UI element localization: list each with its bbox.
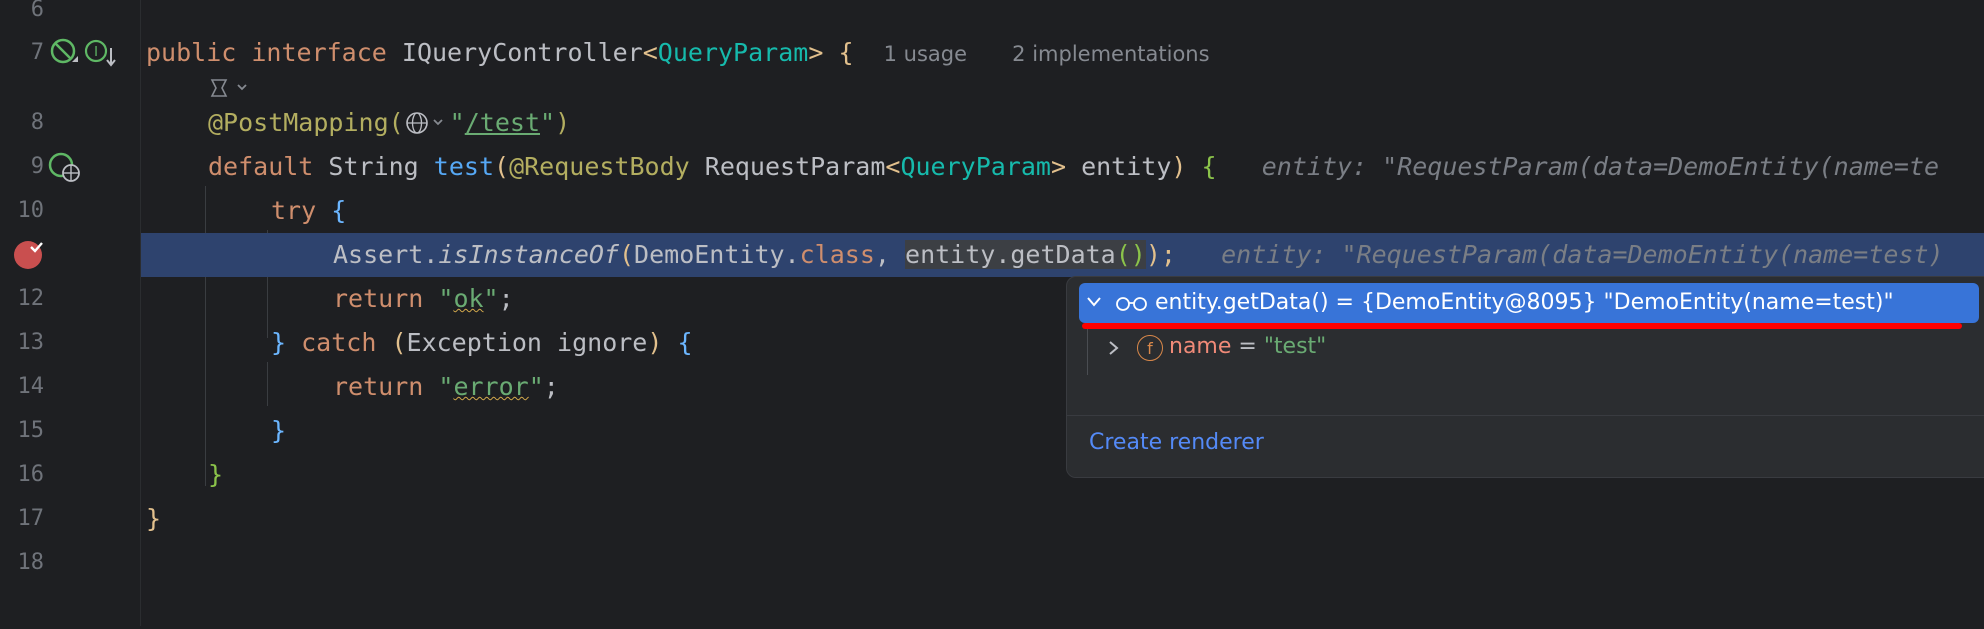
line-number: 6 <box>30 0 44 22</box>
field-value: "test" <box>1263 334 1327 359</box>
red-annotation-underline <box>1082 323 1962 329</box>
annotation: @RequestBody <box>509 152 690 181</box>
keyword: default <box>208 152 314 181</box>
string-quote: " <box>528 372 544 401</box>
param-type: RequestParam <box>704 152 886 181</box>
line-number: 12 <box>17 286 45 311</box>
string-quote: " <box>483 284 499 313</box>
usages-link[interactable]: 1 usage <box>884 42 967 66</box>
implemented-interface-icon[interactable]: I <box>84 38 118 68</box>
line-number: 15 <box>17 418 45 443</box>
brace: } <box>208 460 224 489</box>
field-badge-icon: f <box>1137 335 1163 361</box>
type-parameter: QueryParam <box>657 38 809 67</box>
static-method: isInstanceOf <box>438 240 619 269</box>
line-number: 13 <box>17 330 45 355</box>
paren: ) <box>647 328 663 357</box>
return-type: String <box>328 152 419 181</box>
keyword: return <box>333 372 424 401</box>
param-name: entity <box>1066 152 1172 181</box>
code-line-7[interactable]: public interface IQueryController<QueryP… <box>141 31 1984 75</box>
code-line-9[interactable]: default String test(@RequestBody Request… <box>141 145 1984 189</box>
string-quote: " <box>540 108 556 137</box>
line-number: 17 <box>17 506 45 531</box>
chevron-right-icon[interactable] <box>1107 340 1121 356</box>
line-number: 18 <box>17 550 45 575</box>
semicolon: ; <box>543 372 559 401</box>
keyword: interface <box>251 38 387 67</box>
equals-sign: = <box>1231 334 1264 359</box>
request-path-link[interactable]: /test <box>465 108 540 137</box>
string-literal: ok <box>453 284 484 313</box>
brace: { <box>677 328 693 357</box>
editor-gutter: 6 7 8 9 10 12 13 14 15 16 17 18 I <box>0 0 141 626</box>
paren: ( <box>618 240 635 269</box>
code-line-17[interactable]: } <box>141 497 1984 541</box>
line-number: 8 <box>30 110 44 135</box>
tree-guide <box>1087 325 1088 375</box>
keyword: catch <box>301 328 377 357</box>
debug-value-popup[interactable]: entity.getData() = {DemoEntity@8095} "De… <box>1066 276 1984 478</box>
keyword: class <box>799 240 875 269</box>
paren: ( <box>494 152 510 181</box>
paren: ); <box>1145 240 1176 269</box>
type-bracket: < <box>885 152 901 181</box>
variable-name: ignore <box>541 328 648 357</box>
field-name: name <box>1169 334 1232 359</box>
brace: } <box>271 328 287 357</box>
line-number: 16 <box>17 462 45 487</box>
watch-glasses-icon <box>1116 297 1147 311</box>
create-renderer-link[interactable]: Create renderer <box>1089 430 1264 455</box>
chevron-down-icon[interactable] <box>1085 295 1103 309</box>
paren: () <box>1115 240 1146 269</box>
code-line-8[interactable]: @PostMapping( "/test") <box>141 101 1984 145</box>
keyword: try <box>271 196 317 225</box>
popup-selected-row[interactable]: entity.getData() = {DemoEntity@8095} "De… <box>1079 283 1979 323</box>
inline-debug-value[interactable]: entity: "RequestParam(data=DemoEntity(na… <box>1221 240 1943 269</box>
string-literal: error <box>453 372 529 401</box>
semicolon: ; <box>498 284 514 313</box>
paren: ) <box>1171 152 1187 181</box>
implementations-link[interactable]: 2 implementations <box>1012 42 1209 66</box>
globe-icon[interactable] <box>404 110 450 136</box>
string-quote: " <box>438 372 454 401</box>
brace: { <box>331 196 347 225</box>
annotation: @PostMapping( <box>208 108 404 137</box>
inline-debug-value[interactable]: entity: "RequestParam(data=DemoEntity(na… <box>1262 152 1939 181</box>
string-quote: " <box>449 108 465 137</box>
type-bracket: > <box>808 38 824 67</box>
type-parameter: QueryParam <box>900 152 1051 181</box>
class-ref: DemoEntity. <box>634 240 800 269</box>
evaluated-expression[interactable]: entity.getData <box>905 240 1116 269</box>
line-number: 7 <box>30 40 44 65</box>
exception-type: Exception <box>406 328 542 357</box>
interface-name: IQueryController <box>401 38 643 67</box>
run-endpoint-icon[interactable] <box>48 152 82 184</box>
svg-text:I: I <box>94 45 98 60</box>
line-number: 14 <box>17 374 45 399</box>
endpoint-icon[interactable] <box>208 76 252 100</box>
evaluated-expression-value: entity.getData() = {DemoEntity@8095} "De… <box>1155 290 1894 315</box>
no-entry-icon[interactable] <box>50 38 80 68</box>
method-name: test <box>433 152 495 181</box>
breakpoint-icon[interactable] <box>12 238 46 272</box>
line-number: 10 <box>17 198 45 223</box>
type-bracket: < <box>642 38 658 67</box>
brace: } <box>271 416 287 445</box>
class-ref: Assert. <box>333 240 439 269</box>
brace: { <box>838 38 854 67</box>
paren: ) <box>555 108 571 137</box>
code-line-10[interactable]: try { <box>141 189 1984 233</box>
string-quote: " <box>438 284 454 313</box>
code-line-11-execution-point[interactable]: Assert.isInstanceOf(DemoEntity.class, en… <box>141 233 1984 277</box>
comma: , <box>874 240 890 269</box>
brace: { <box>1201 152 1217 181</box>
popup-footer: Create renderer <box>1067 415 1984 477</box>
keyword: return <box>333 284 424 313</box>
line-number: 9 <box>30 154 44 179</box>
paren: ( <box>391 328 407 357</box>
keyword: public <box>146 38 237 67</box>
brace: } <box>146 504 162 533</box>
type-bracket: > <box>1050 152 1067 181</box>
